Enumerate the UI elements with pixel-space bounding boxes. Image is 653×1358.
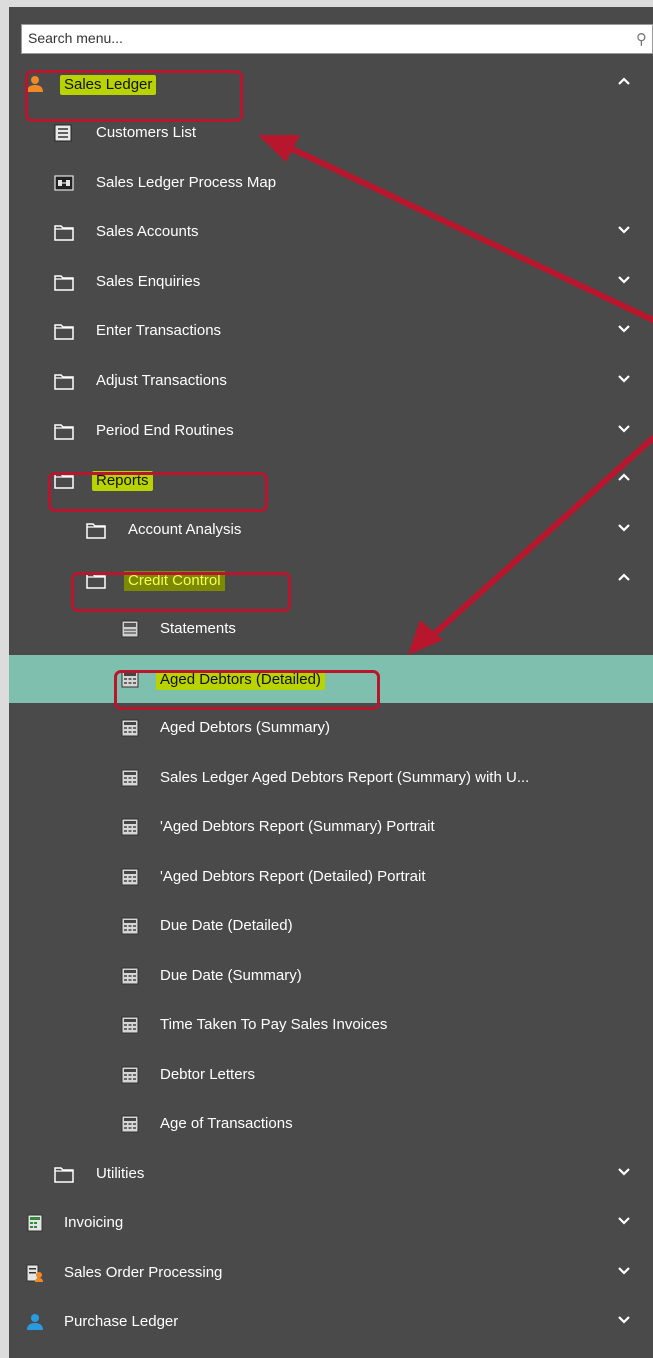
annotation-arrows [258, 135, 653, 655]
arrow-to-aged-debtors [429, 435, 653, 639]
arrow-to-customers-list [287, 145, 653, 323]
arrowhead-aged-debtors [408, 620, 443, 655]
